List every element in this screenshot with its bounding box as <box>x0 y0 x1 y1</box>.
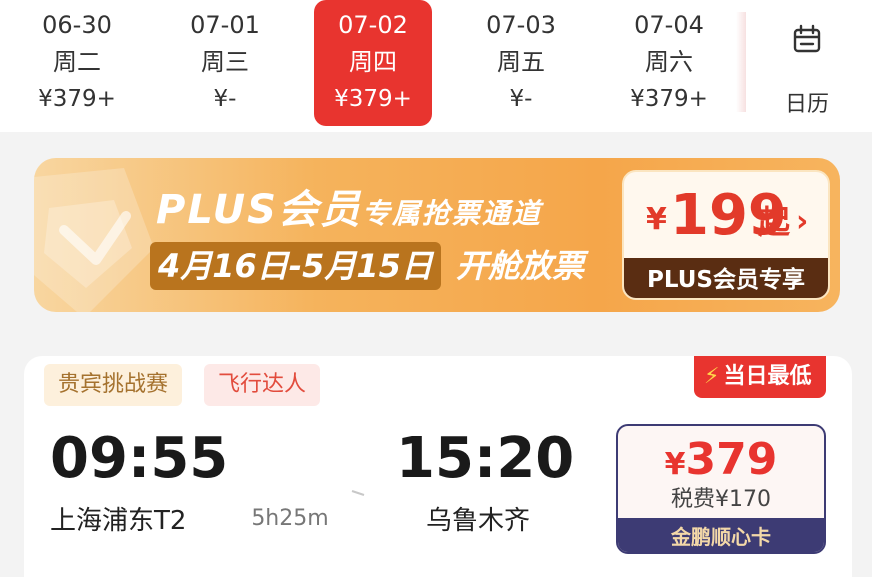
banner-title-main: PLUS会员 <box>156 187 362 233</box>
flight-duration: 5h25m <box>251 506 329 531</box>
chevron-right-icon: › <box>796 204 809 239</box>
weekday-label: 周三 <box>201 48 249 76</box>
flight-card[interactable]: 贵宾挑战赛 飞行达人 ⚡ 当日最低 09:55 15:20 5h25m 上海浦东T… <box>24 356 852 577</box>
calendar-icon <box>793 24 821 53</box>
plus-exclusive-badge: PLUS会员专享 <box>624 258 828 298</box>
lowest-badge-label: 当日最低 <box>723 364 812 389</box>
membership-card-label: 金鹏顺心卡 <box>618 518 824 552</box>
date-tab-0702-selected[interactable]: 07-02 周四 ¥379+ <box>314 0 432 126</box>
weekday-label: 周六 <box>645 48 693 76</box>
date-label: 07-03 <box>486 11 556 39</box>
lightning-icon: ⚡ <box>704 364 720 389</box>
date-price: ¥379+ <box>38 86 116 112</box>
price-currency: ¥ <box>646 202 667 237</box>
banner-date-suffix: 开舱放票 <box>456 247 585 285</box>
fare-amount: 379 <box>685 434 778 485</box>
banner-title: PLUS会员专属抢票通道 <box>156 186 542 238</box>
date-price: ¥- <box>509 86 533 112</box>
banner-subtitle: 专属抢票通道 <box>361 197 542 230</box>
arrival-time: 15:20 <box>396 426 575 491</box>
date-tab-0703[interactable]: 07-03 周五 ¥- <box>462 0 580 126</box>
fare-tax: 税费¥170 <box>671 487 771 512</box>
date-price: ¥379+ <box>630 86 708 112</box>
weekday-label: 周五 <box>497 48 545 76</box>
date-tab-0630[interactable]: 06-30 周二 ¥379+ <box>18 0 136 126</box>
departure-airport: 上海浦东T2 <box>50 506 187 536</box>
calendar-label: 日历 <box>784 92 829 117</box>
date-tab-0701[interactable]: 07-01 周三 ¥- <box>166 0 284 126</box>
calendar-button[interactable]: 日历 <box>752 20 862 117</box>
price-suffix: 起 <box>758 203 791 241</box>
banner-date-range: 4月16日-5月15日 <box>150 242 441 290</box>
date-strip: 06-30 周二 ¥379+ 07-01 周三 ¥- 07-02 周四 ¥379… <box>0 0 872 132</box>
plus-price: ¥ 199 起 › <box>624 172 828 258</box>
plus-price-button[interactable]: ¥ 199 起 › PLUS会员专享 <box>622 170 830 300</box>
weekday-label: 周二 <box>53 48 101 76</box>
scroll-fade <box>736 12 746 112</box>
arrival-city: 乌鲁木齐 <box>426 506 531 536</box>
date-label: 06-30 <box>42 11 112 39</box>
fare-price: ¥379 <box>618 432 824 488</box>
date-price: ¥379+ <box>334 86 412 112</box>
departure-time: 09:55 <box>50 426 229 491</box>
route-arrow-icon <box>214 490 365 496</box>
fare-currency: ¥ <box>664 447 686 482</box>
date-price: ¥- <box>213 86 237 112</box>
lowest-price-badge: ⚡ 当日最低 <box>694 356 826 398</box>
tag-frequent-flyer: 飞行达人 <box>204 364 321 406</box>
tag-vip-challenge: 贵宾挑战赛 <box>44 364 183 406</box>
weekday-label: 周四 <box>349 48 397 76</box>
date-tab-0704[interactable]: 07-04 周六 ¥379+ <box>610 0 728 126</box>
date-label: 07-02 <box>338 11 408 39</box>
fare-price-button[interactable]: ¥379 税费¥170 金鹏顺心卡 <box>616 424 826 554</box>
date-label: 07-01 <box>190 11 260 39</box>
plus-member-banner[interactable]: PLUS会员专属抢票通道 4月16日-5月15日 开舱放票 ¥ 199 起 › … <box>34 158 840 312</box>
date-label: 07-04 <box>634 11 704 39</box>
